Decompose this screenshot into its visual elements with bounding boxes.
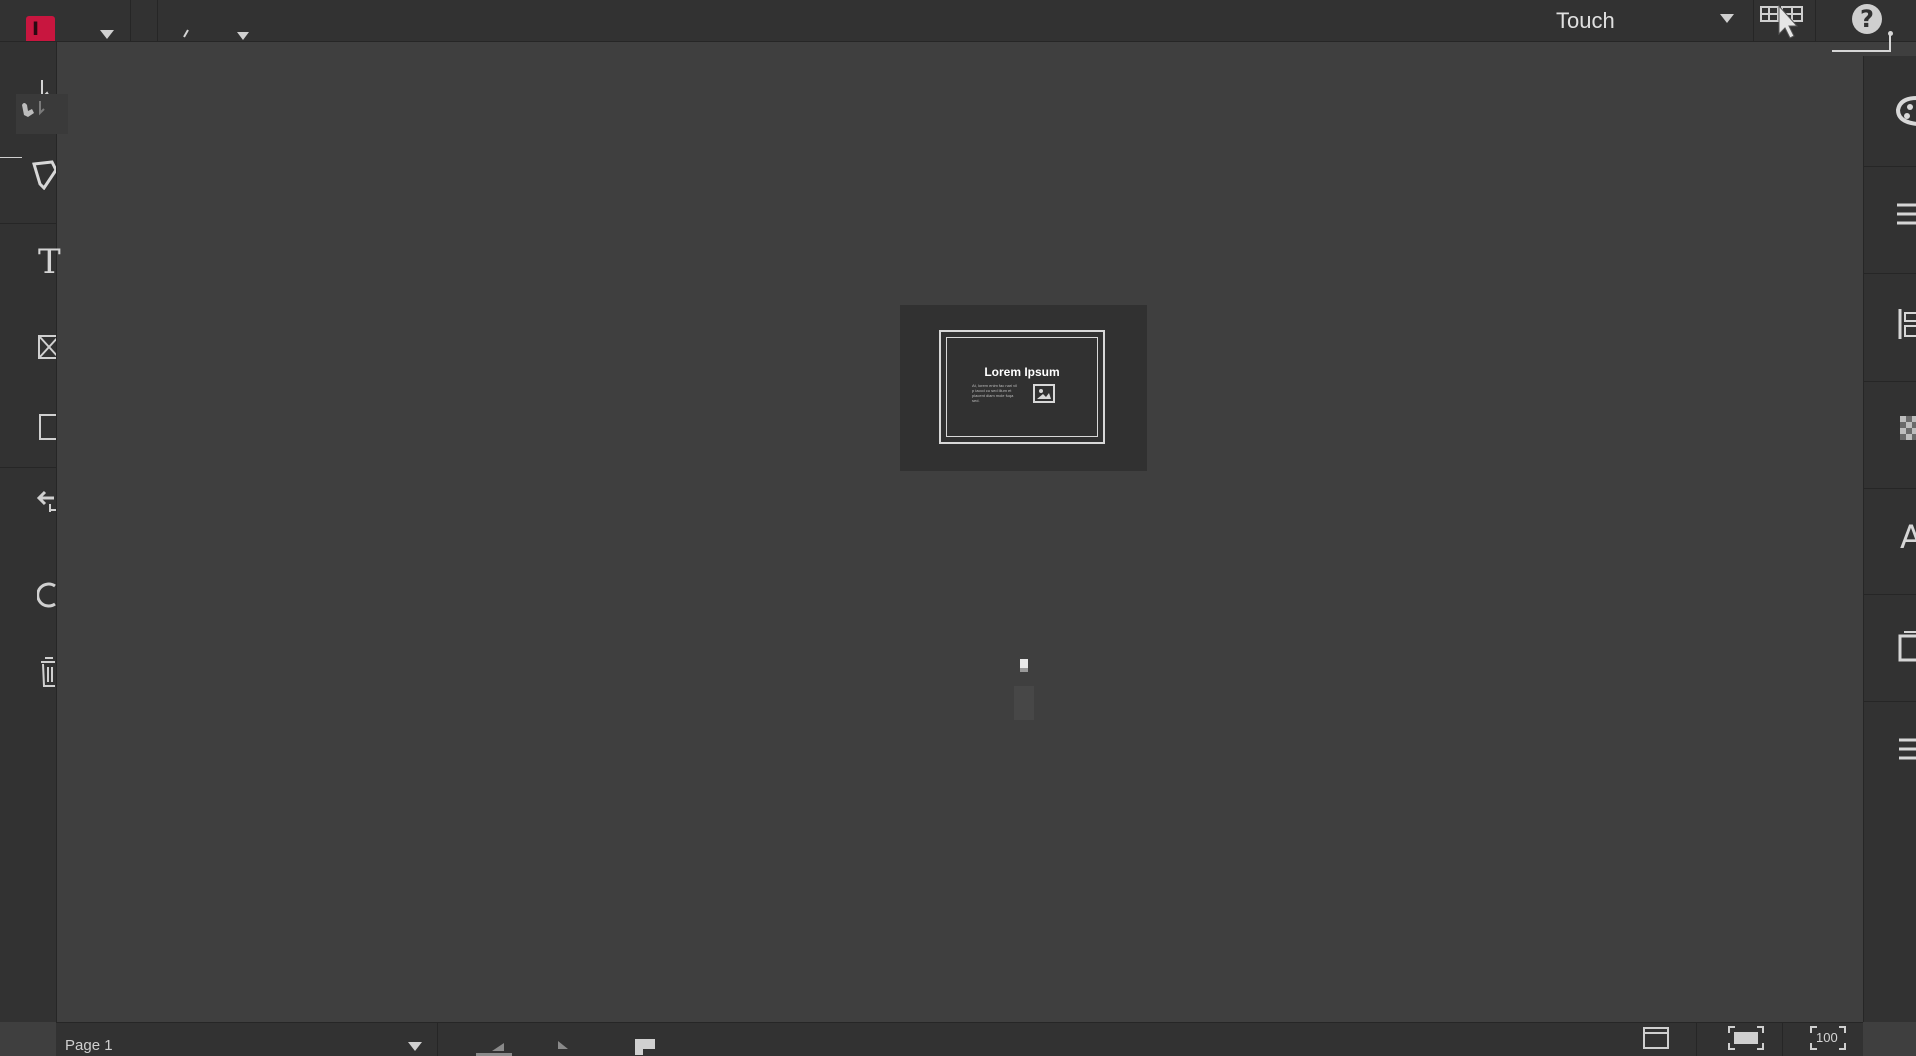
- tool-dropdown-icon[interactable]: [237, 32, 249, 40]
- add-page-icon[interactable]: [634, 1035, 656, 1056]
- app-logo-icon[interactable]: I: [26, 16, 55, 41]
- divider: [437, 1023, 438, 1056]
- help-icon[interactable]: ?: [1852, 4, 1882, 34]
- workspace-switcher-label[interactable]: Touch: [1556, 8, 1615, 34]
- app-menu-dropdown-icon[interactable]: [100, 30, 114, 39]
- status-bar: Page 1 100: [56, 1022, 1863, 1056]
- grid-view-icon[interactable]: [1760, 4, 1806, 40]
- panel-divider: [1864, 381, 1916, 382]
- app-logo-letter: I: [32, 18, 40, 40]
- preview-card-inner-frame: [946, 337, 1098, 437]
- divider: [130, 0, 131, 41]
- swatches-icon[interactable]: [1900, 416, 1916, 446]
- divider: [1782, 1023, 1783, 1056]
- help-indicator-dot: [1888, 31, 1893, 36]
- page-dropdown-icon[interactable]: [408, 1042, 422, 1051]
- character-icon[interactable]: A: [1900, 518, 1916, 556]
- tool-divider: [0, 157, 22, 158]
- divider: [1753, 0, 1754, 41]
- trash-icon[interactable]: [39, 654, 56, 688]
- fit-window-icon[interactable]: [1643, 1026, 1669, 1050]
- preview-card-title: Lorem Ipsum: [984, 365, 1060, 379]
- rectangle-icon[interactable]: [39, 414, 56, 440]
- loading-indicator-track: [1014, 686, 1034, 720]
- panel-divider: [1864, 166, 1916, 167]
- help-indicator-line: [1832, 50, 1890, 52]
- rectangle-frame-icon[interactable]: [38, 332, 56, 362]
- loading-indicator: [1020, 659, 1028, 672]
- panel-divider: [1864, 488, 1916, 489]
- fit-page-icon[interactable]: [1728, 1026, 1764, 1050]
- top-bar: I Touch ?: [0, 0, 1916, 52]
- tool-divider: [0, 467, 56, 468]
- document-preview[interactable]: Lorem Ipsum At, lorem enim fac nari vil …: [900, 305, 1147, 471]
- previous-page-icon[interactable]: [474, 1037, 514, 1056]
- align-icon[interactable]: [1898, 307, 1916, 341]
- color-palette-icon[interactable]: [1892, 94, 1916, 128]
- divider: [157, 0, 158, 41]
- panel-divider: [1864, 701, 1916, 702]
- preview-card-body: At, lorem enim fac nari vil p iaccd cu s…: [972, 383, 1017, 403]
- list-icon[interactable]: [1897, 201, 1916, 231]
- tool-divider: [0, 223, 56, 224]
- image-placeholder-icon: [1033, 384, 1055, 403]
- divider: [1696, 1023, 1697, 1056]
- tools-panel: T: [0, 42, 68, 1022]
- next-page-icon[interactable]: [556, 1037, 570, 1056]
- workspace-dropdown-icon[interactable]: [1720, 14, 1734, 23]
- actual-size-label: 100: [1816, 1030, 1838, 1045]
- pen-icon[interactable]: [30, 160, 56, 190]
- panel-divider: [1864, 594, 1916, 595]
- panel-divider: [1864, 273, 1916, 274]
- actual-size-icon[interactable]: 100: [1810, 1026, 1846, 1050]
- pages-icon[interactable]: [1898, 630, 1916, 662]
- divider: [1815, 0, 1816, 41]
- panels-dock: A: [1863, 56, 1916, 1022]
- tool-preset-icon[interactable]: [182, 28, 194, 38]
- menu-icon[interactable]: [1899, 736, 1916, 766]
- preview-card: Lorem Ipsum At, lorem enim fac nari vil …: [939, 330, 1105, 444]
- page-selector[interactable]: Page 1: [65, 1037, 113, 1054]
- undo-icon[interactable]: [36, 488, 56, 518]
- type-icon[interactable]: T: [38, 242, 61, 282]
- hand-icon[interactable]: [18, 97, 48, 119]
- ellipse-icon[interactable]: [37, 580, 56, 610]
